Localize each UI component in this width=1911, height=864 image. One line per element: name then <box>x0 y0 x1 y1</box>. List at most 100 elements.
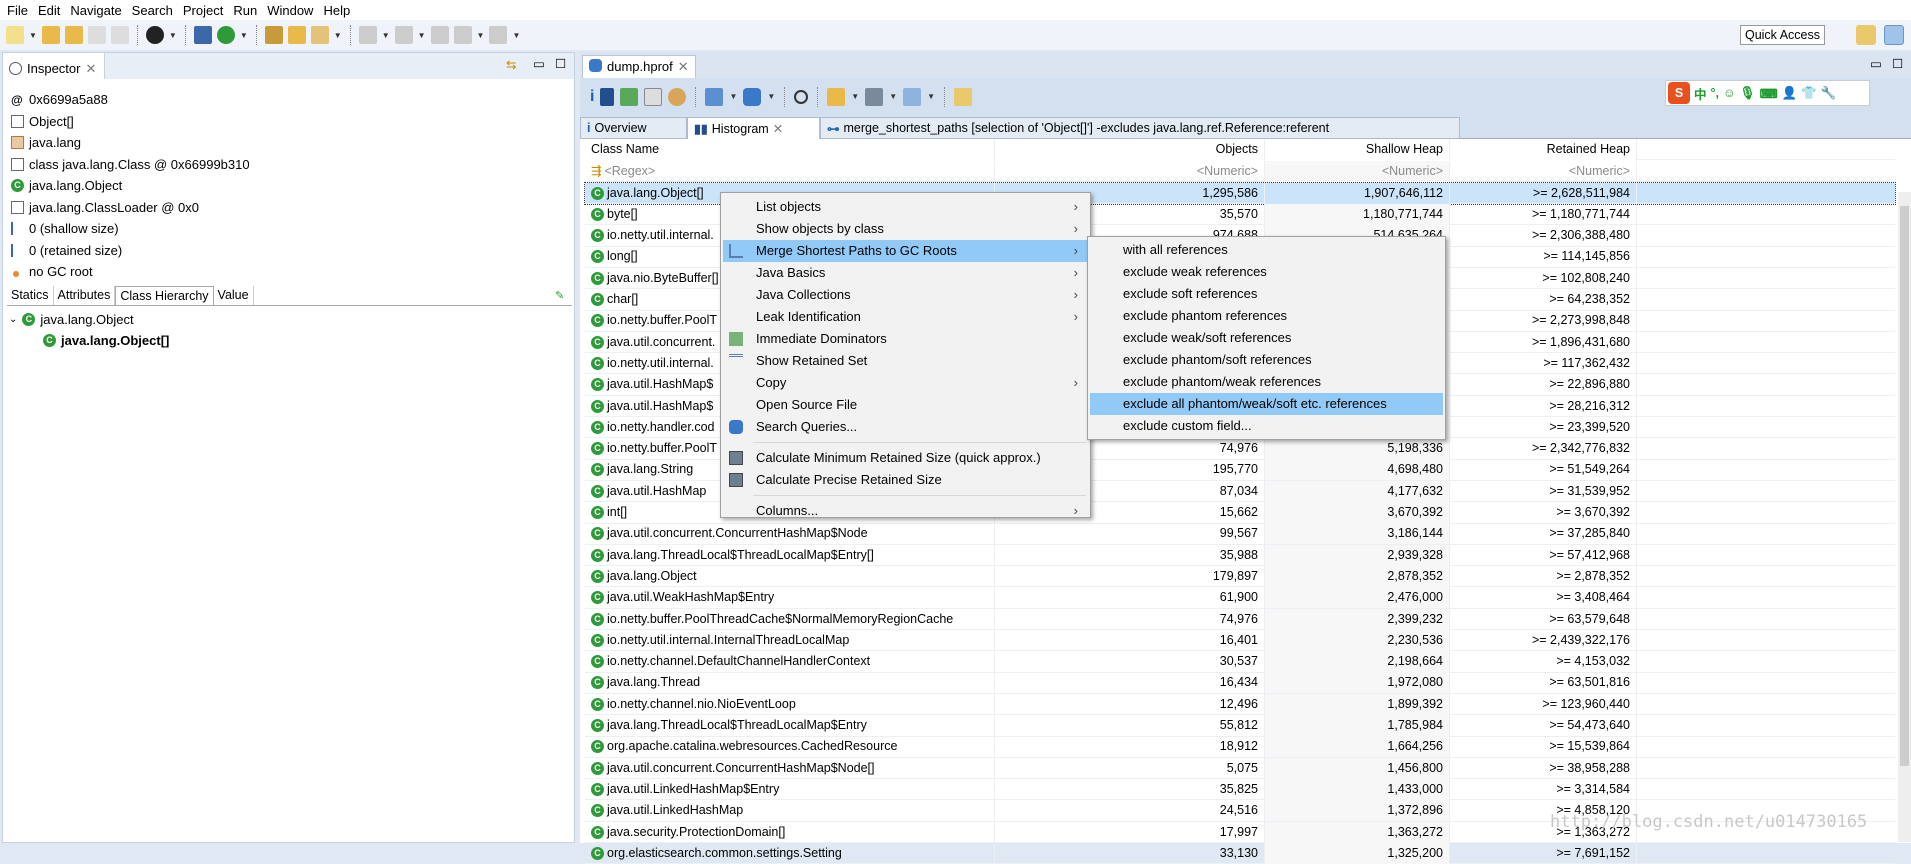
menu-item-java-collections[interactable]: Java Collections › <box>723 284 1088 306</box>
open-type-icon[interactable] <box>264 26 283 44</box>
heap-dump-details-icon[interactable] <box>668 87 687 106</box>
microphone-icon[interactable]: 🎙 <box>1740 86 1756 101</box>
menu-project[interactable]: Project <box>183 3 223 18</box>
inspector-item[interactable]: @0x6699a5a88 <box>11 89 108 110</box>
open-folder-icon[interactable] <box>287 26 306 44</box>
table-row[interactable]: Cjava.util.LinkedHashMap$Entry 35,825 1,43… <box>585 778 1895 801</box>
menu-navigate[interactable]: Navigate <box>70 3 121 18</box>
submenu-item[interactable]: exclude all phantom/weak/soft etc. refer… <box>1090 393 1443 415</box>
table-row[interactable]: Cjava.lang.Thread 16,434 1,972,080 >= 63,50… <box>585 672 1895 694</box>
table-row[interactable]: Corg.apache.catalina.webresources.Cached… <box>585 736 1895 758</box>
console-icon[interactable] <box>193 26 212 44</box>
inspector-tab[interactable]: Inspector ✕ <box>3 53 106 79</box>
histogram-icon[interactable] <box>600 87 615 106</box>
export-icon[interactable] <box>903 87 922 106</box>
menu-run[interactable]: Run <box>233 3 257 18</box>
subtab-statics[interactable]: Statics <box>7 286 54 305</box>
ime-punctuation-toggle[interactable]: °, <box>1711 86 1719 100</box>
close-icon[interactable]: ✕ <box>85 61 96 77</box>
menu-item-calculate-precise-retained-size[interactable]: Calculate Precise Retained Size <box>723 469 1088 491</box>
skin-icon[interactable]: 👕 <box>1801 86 1817 101</box>
search-icon[interactable] <box>794 89 809 104</box>
table-row[interactable]: Cio.netty.util.internal.InternalThreadLo… <box>585 629 1895 652</box>
submenu-item[interactable]: exclude soft references <box>1090 283 1443 305</box>
submenu-item[interactable]: exclude weak/soft references <box>1090 327 1443 349</box>
quick-access-field[interactable]: Quick Access <box>1739 25 1825 45</box>
menu-file[interactable]: File <box>7 3 28 18</box>
close-icon[interactable]: ✕ <box>678 59 689 75</box>
run-report-icon[interactable] <box>705 87 724 106</box>
previous-annotation-icon[interactable] <box>394 26 413 44</box>
menu-edit[interactable]: Edit <box>38 3 60 18</box>
user-icon[interactable]: 👤 <box>1782 86 1798 101</box>
calculate-retained-icon[interactable] <box>865 87 884 106</box>
query-browser-icon[interactable] <box>743 87 762 106</box>
menu-item-leak-identification[interactable]: Leak Identification › <box>723 306 1088 328</box>
chevron-down-icon[interactable]: ⌄ <box>9 314 17 325</box>
back-icon[interactable] <box>453 26 472 44</box>
menu-item-show-retained-set[interactable]: Show Retained Set <box>723 350 1088 372</box>
emoji-icon[interactable]: ☺ <box>1723 86 1736 100</box>
compare-icon[interactable] <box>954 87 973 106</box>
table-row[interactable]: Cio.netty.buffer.PoolThreadCache$NormalM… <box>585 608 1895 630</box>
menu-item-merge-shortest-paths-to-gc-roots[interactable]: Merge Shortest Paths to GC Roots › <box>723 240 1088 262</box>
vertical-scrollbar[interactable] <box>1898 192 1911 842</box>
pin-icon[interactable]: ✎ <box>555 289 564 302</box>
ime-chinese-toggle[interactable]: 中 <box>1694 84 1707 103</box>
table-row[interactable]: Corg.elasticsearch.common.settings.Setti… <box>585 842 1895 864</box>
wrench-icon[interactable]: 🔧 <box>1821 86 1837 101</box>
menu-window[interactable]: Window <box>267 3 313 18</box>
submenu-item[interactable]: exclude phantom/weak references <box>1090 371 1443 393</box>
inspector-item[interactable]: Cjava.lang.Object <box>11 175 122 196</box>
class-name-cell[interactable]: ⇶ <Regex> <box>585 160 995 182</box>
tab-histogram[interactable]: ▮▮ Histogram ✕ <box>687 117 820 139</box>
inspector-item[interactable]: class java.lang.Class @ 0x66999b310 <box>11 154 250 175</box>
menu-help[interactable]: Help <box>323 3 350 18</box>
forward-icon[interactable] <box>489 26 508 44</box>
menu-item-copy[interactable]: Copy › <box>723 372 1088 394</box>
subtab-attributes[interactable]: Attributes <box>54 286 116 305</box>
menu-item-java-basics[interactable]: Java Basics › <box>723 262 1088 284</box>
maximize-icon[interactable]: ☐ <box>1892 56 1903 71</box>
menu-item-list-objects[interactable]: List objects › <box>723 196 1088 218</box>
group-by-icon[interactable] <box>827 87 846 106</box>
submenu-item[interactable]: exclude custom field... <box>1090 415 1443 437</box>
tab-overview[interactable]: i Overview <box>580 117 687 139</box>
table-row[interactable]: Cjava.util.concurrent.ConcurrentHashMap$… <box>585 523 1895 545</box>
table-row[interactable]: Cio.netty.channel.DefaultChannelHandlerC… <box>585 651 1895 673</box>
menu-search[interactable]: Search <box>132 3 173 18</box>
objects-cell[interactable]: <Numeric> <box>995 160 1265 182</box>
scrollbar-thumb[interactable] <box>1900 206 1909 766</box>
pen-icon[interactable] <box>310 26 329 44</box>
run-icon[interactable] <box>216 26 235 44</box>
close-icon[interactable]: ✕ <box>773 121 783 136</box>
inspector-item[interactable]: Object[] <box>11 111 74 132</box>
dominator-tree-icon[interactable] <box>620 87 639 106</box>
profile-icon[interactable] <box>145 26 164 44</box>
minimize-icon[interactable]: ▭ <box>1870 56 1882 71</box>
table-row[interactable]: Cio.netty.channel.nio.NioEventLoop 12,496… <box>585 693 1895 716</box>
subtab-value[interactable]: Value <box>214 286 254 305</box>
next-annotation-icon[interactable] <box>358 26 377 44</box>
table-row[interactable]: Cjava.lang.Object 179,897 2,878,352 >= 2,87… <box>585 565 1895 588</box>
table-row[interactable]: Cjava.lang.ThreadLocal$ThreadLocalMap$En… <box>585 544 1895 567</box>
dump-hprof-tab[interactable]: dump.hprof ✕ <box>582 55 696 78</box>
menu-item-calculate-minimum-retained-size-quick-approx[interactable]: Calculate Minimum Retained Size (quick a… <box>723 447 1088 469</box>
minimize-icon[interactable]: ▭ <box>533 56 545 71</box>
submenu-item[interactable]: exclude phantom references <box>1090 305 1443 327</box>
save-icon[interactable] <box>87 26 106 44</box>
last-edit-icon[interactable] <box>430 26 449 44</box>
keyboard-icon[interactable]: ⌨ <box>1760 86 1778 101</box>
menu-item-show-objects-by-class[interactable]: Show objects by class › <box>723 218 1088 240</box>
maximize-icon[interactable]: ☐ <box>555 56 566 71</box>
table-row[interactable]: Cjava.util.concurrent.ConcurrentHashMap$… <box>585 757 1895 780</box>
hierarchy-node[interactable]: C java.lang.Object[] <box>43 330 169 351</box>
table-row[interactable]: Cjava.util.WeakHashMap$Entry 61,900 2,476,… <box>585 587 1895 609</box>
open-file-icon[interactable] <box>64 26 83 44</box>
inspector-item[interactable]: 0 (shallow size) <box>11 218 119 239</box>
overview-icon[interactable]: i <box>590 88 594 106</box>
inspector-item[interactable]: java.lang.ClassLoader @ 0x0 <box>11 197 199 218</box>
table-row[interactable]: Cjava.lang.ThreadLocal$ThreadLocalMap$En… <box>585 715 1895 737</box>
submenu-item[interactable]: exclude weak references <box>1090 261 1443 283</box>
submenu-item[interactable]: exclude phantom/soft references <box>1090 349 1443 371</box>
